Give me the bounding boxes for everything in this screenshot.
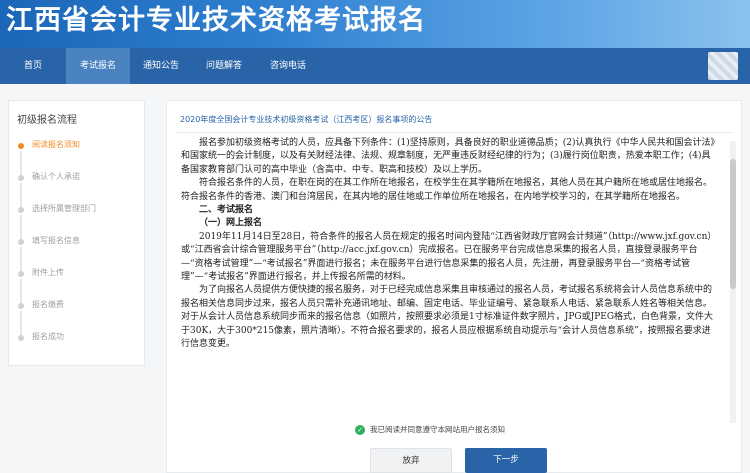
notice-paragraph: 符合报名条件的人员，在职在岗的在其工作所在地报名，在校学生在其学籍所在地报名，其… xyxy=(181,178,713,202)
step-upload-attachments[interactable]: 附件上传 xyxy=(9,265,146,305)
agree-label: 我已阅读并同意遵守本网站用户报名须知 xyxy=(370,425,505,434)
divider xyxy=(177,132,733,133)
scrollbar[interactable] xyxy=(730,141,736,423)
step-fill-info[interactable]: 填写报名信息 xyxy=(9,233,146,273)
cancel-button[interactable]: 放弃 xyxy=(370,448,452,473)
step-dot-icon xyxy=(18,239,24,245)
step-label: 选择所属管理部门 xyxy=(32,204,96,213)
sidebar: 初级报名流程 阅读报名须知 确认个人承诺 选择所属管理部门 填写报名信息 附件上… xyxy=(8,100,145,366)
nav-item-faq[interactable]: 问题解答 xyxy=(192,48,256,84)
scrollbar-thumb[interactable] xyxy=(730,159,736,289)
sidebar-title: 初级报名流程 xyxy=(17,115,77,126)
notice-paragraph: 报名参加初级资格考试的人员，应具备下列条件：(1)坚持原则，具备良好的职业道德品… xyxy=(181,138,716,175)
step-dot-icon xyxy=(18,207,24,213)
nav-item-home[interactable]: 首页 xyxy=(0,48,66,84)
step-label: 报名成功 xyxy=(32,332,64,341)
check-icon[interactable]: ✓ xyxy=(355,425,365,435)
nav-item-exam-registration[interactable]: 考试报名 xyxy=(66,48,130,84)
step-success[interactable]: 报名成功 xyxy=(9,329,146,347)
subsection-heading: （一）网上报名 xyxy=(199,218,263,229)
step-select-department[interactable]: 选择所属管理部门 xyxy=(9,201,146,241)
nav-item-contact[interactable]: 咨询电话 xyxy=(256,48,320,84)
step-dot-icon xyxy=(18,143,24,149)
step-label: 附件上传 xyxy=(32,268,64,277)
step-dot-icon xyxy=(18,271,24,277)
step-label: 报名缴费 xyxy=(32,300,64,309)
user-avatar[interactable] xyxy=(708,52,738,80)
main-nav: 首页 考试报名 通知公告 问题解答 咨询电话 xyxy=(0,48,750,84)
step-label: 确认个人承诺 xyxy=(32,172,80,181)
nav-item-notices[interactable]: 通知公告 xyxy=(130,48,192,84)
step-dot-icon xyxy=(18,303,24,309)
next-button[interactable]: 下一步 xyxy=(465,448,547,473)
step-dot-icon xyxy=(18,335,24,341)
notice-title: 2020年度全国会计专业技术初级资格考试（江西考区）报名事项的公告 xyxy=(180,115,433,124)
header-banner: 江西省会计专业技术资格考试报名 xyxy=(0,0,750,48)
step-label: 阅读报名须知 xyxy=(32,140,80,149)
step-dot-icon xyxy=(18,175,24,181)
site-title: 江西省会计专业技术资格考试报名 xyxy=(6,5,426,36)
step-payment[interactable]: 报名缴费 xyxy=(9,297,146,337)
notice-body[interactable]: 报名参加初级资格考试的人员，应具备下列条件：(1)坚持原则，具备良好的职业道德品… xyxy=(181,137,719,421)
notice-paragraph: 2019年11月14日至28日，符合条件的报名人员在规定的报名时间内登陆“江西省… xyxy=(181,231,717,283)
notice-paragraph: 为了向报名人员提供方便快捷的报名服务，对于已经完成信息采集且审核通过的报名人员，… xyxy=(181,285,714,350)
step-confirm-commitment[interactable]: 确认个人承诺 xyxy=(9,169,146,209)
section-heading: 二、考试报名 xyxy=(199,205,254,216)
step-read-notice[interactable]: 阅读报名须知 xyxy=(9,137,146,177)
notice-panel: 2020年度全国会计专业技术初级资格考试（江西考区）报名事项的公告 报名参加初级… xyxy=(166,100,742,473)
step-label: 填写报名信息 xyxy=(32,236,80,245)
